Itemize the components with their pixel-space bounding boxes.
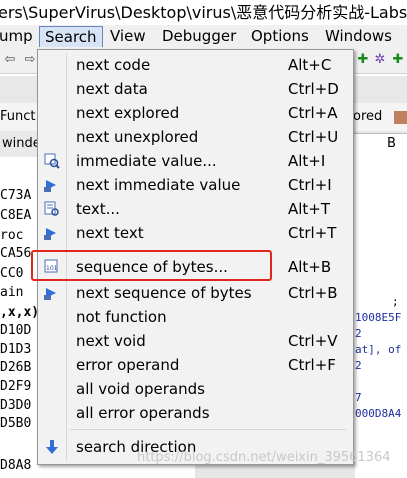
menu-options[interactable]: Options: [251, 25, 309, 47]
menu-item-error-operand[interactable]: error operand Ctrl+F: [40, 353, 351, 377]
address-line: CC0: [0, 266, 24, 281]
arrow-icon[interactable]: ⇨: [22, 52, 38, 68]
menu-item-all-void-operands[interactable]: all void operands: [40, 377, 351, 401]
address-line: D3D0: [0, 398, 32, 413]
arrow-icon[interactable]: ⇦: [2, 52, 18, 68]
address-line: D1D3: [0, 342, 32, 357]
window-tab-label[interactable]: winde: [2, 136, 41, 151]
menu-item-immediate-value[interactable]: immediate value... Alt+I: [40, 149, 351, 173]
menu-item-label: all error operands: [76, 404, 210, 422]
code-line: at], of: [355, 343, 402, 356]
menu-item-shortcut: Ctrl+D: [288, 80, 339, 98]
functions-label: Funct: [0, 109, 36, 124]
next-arrow-icon: [44, 228, 56, 240]
tab-label: B: [387, 136, 396, 151]
menu-item-label: next void: [76, 332, 146, 350]
address-line: CA56: [0, 246, 32, 261]
menu-item-shortcut: Alt+I: [288, 152, 326, 170]
menu-bar: ump Search View Debugger Options Windows: [0, 25, 407, 48]
menu-item-shortcut: Ctrl+T: [288, 224, 337, 242]
menu-item-label: all void operands: [76, 380, 205, 398]
menu-item-label: not function: [76, 308, 167, 326]
menu-separator: [70, 429, 346, 430]
window-title-bar: ers\SuperVirus\Desktop\virus\恶意代码分析实战-La…: [0, 0, 407, 25]
menu-item-label: next code: [76, 56, 151, 74]
search-immediate-icon: [44, 153, 60, 169]
address-line: D2F9: [0, 379, 32, 394]
menu-search[interactable]: Search: [39, 26, 103, 48]
menu-item-shortcut: Alt+B: [288, 258, 332, 276]
menu-item-label: next unexplored: [76, 128, 199, 146]
menu-view[interactable]: View: [110, 25, 146, 47]
address-line: C73A: [0, 188, 32, 203]
menu-item-shortcut: Ctrl+A: [288, 104, 338, 122]
address-list: C73A C8EA roc CA56 CC0 ain ,x,x) D10D D1…: [0, 158, 40, 477]
legend-swatch: [394, 111, 407, 124]
menu-debugger[interactable]: Debugger: [162, 25, 236, 47]
menu-item-label: error operand: [76, 356, 180, 374]
address-line: C8EA: [0, 208, 32, 223]
menu-item-next-immediate-value[interactable]: next immediate value Ctrl+I: [40, 173, 351, 197]
menu-item-shortcut: Ctrl+V: [288, 332, 338, 350]
search-text-icon: [44, 201, 59, 216]
address-line: ,x,x): [0, 305, 40, 320]
menu-item-label: text...: [76, 200, 120, 218]
add-icon[interactable]: ✚: [390, 52, 406, 68]
address-line: D10D: [0, 323, 32, 338]
menu-item-label: next immediate value: [76, 176, 241, 194]
menu-item-next-void[interactable]: next void Ctrl+V: [40, 329, 351, 353]
code-line: ;: [392, 295, 399, 308]
menu-windows[interactable]: Windows: [325, 25, 392, 47]
disassembly-view: ; 1008E5F 2 at], of 2 7 000D8A4: [352, 155, 407, 477]
explored-label: ored: [353, 109, 383, 124]
menu-item-not-function[interactable]: not function: [40, 305, 351, 329]
menu-item-shortcut: Alt+C: [288, 56, 332, 74]
menu-item-all-error-operands[interactable]: all error operands: [40, 401, 351, 425]
menu-item-label: next text: [76, 224, 144, 242]
menu-jump[interactable]: ump: [0, 25, 33, 47]
annotation-highlight-box: [31, 250, 272, 281]
menu-item-next-sequence-of-bytes[interactable]: next sequence of bytes Ctrl+B: [40, 281, 351, 305]
run-icon[interactable]: ✚: [355, 52, 371, 68]
code-line: 2: [355, 327, 362, 340]
menu-item-next-text[interactable]: next text Ctrl+T: [40, 221, 351, 245]
next-arrow-icon: [44, 180, 56, 192]
menu-item-label: next data: [76, 80, 148, 98]
next-arrow-icon: [44, 288, 56, 300]
plugin-icon[interactable]: ✲: [372, 52, 388, 68]
menu-item-next-explored[interactable]: next explored Ctrl+A: [40, 101, 351, 125]
address-line: D8A8: [0, 458, 32, 473]
address-line: D5B0: [0, 416, 32, 431]
address-line: roc: [0, 228, 24, 243]
menu-item-text[interactable]: text... Alt+T: [40, 197, 351, 221]
menu-item-shortcut: Ctrl+I: [288, 176, 332, 194]
menu-item-next-code[interactable]: next code Alt+C: [40, 53, 351, 77]
menu-item-next-data[interactable]: next data Ctrl+D: [40, 77, 351, 101]
window-title: ers\SuperVirus\Desktop\virus\恶意代码分析实战-La…: [0, 3, 407, 22]
watermark: https://blog.csdn.net/weixin_39561364: [137, 450, 391, 465]
address-line: ain: [0, 285, 24, 300]
menu-item-label: next explored: [76, 104, 180, 122]
code-line: 000D8A4: [355, 407, 402, 420]
address-line: D26B: [0, 360, 32, 375]
menu-item-shortcut: Ctrl+B: [288, 284, 338, 302]
menu-item-next-unexplored[interactable]: next unexplored Ctrl+U: [40, 125, 351, 149]
menu-item-shortcut: Ctrl+U: [288, 128, 339, 146]
down-arrow-icon: [46, 440, 58, 454]
code-line: 7: [355, 391, 362, 404]
code-line: 1008E5F: [355, 311, 402, 324]
code-line: 2: [355, 359, 362, 372]
menu-item-shortcut: Ctrl+F: [288, 356, 336, 374]
menu-item-shortcut: Alt+T: [288, 200, 331, 218]
menu-item-label: immediate value...: [76, 152, 217, 170]
menu-item-label: next sequence of bytes: [76, 284, 252, 302]
